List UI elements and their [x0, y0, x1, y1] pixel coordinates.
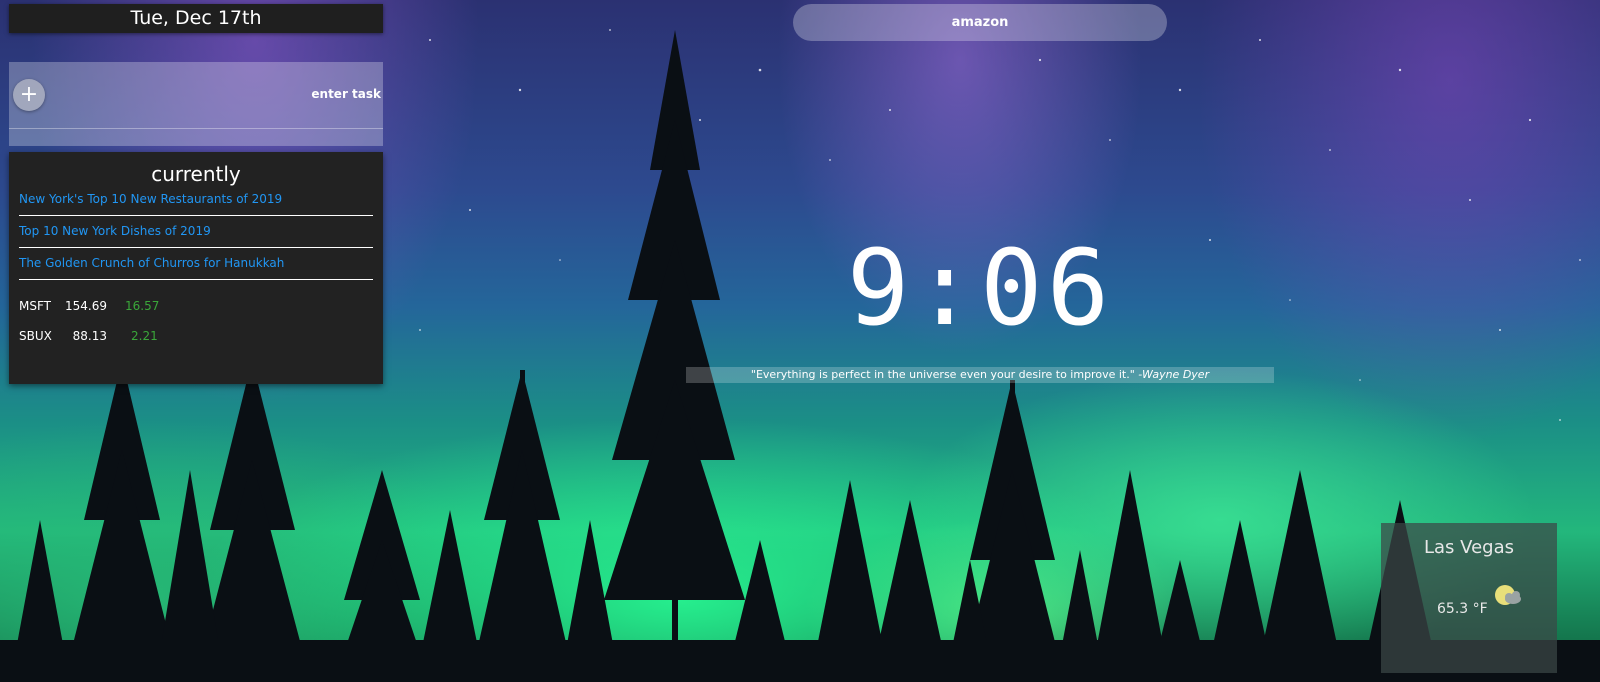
stock-change: 16.57	[125, 299, 160, 313]
task-panel: +	[9, 62, 383, 146]
currently-title: currently	[151, 162, 241, 186]
currently-panel: currently New York's Top 10 New Restaura…	[9, 152, 383, 384]
news-divider	[19, 247, 373, 248]
news-divider	[19, 279, 373, 280]
stock-symbol: MSFT	[19, 299, 51, 313]
quote-author: -Wayne Dyer	[1134, 368, 1210, 381]
weather-city: Las Vegas	[1424, 537, 1514, 558]
stock-change: 2.21	[131, 329, 158, 343]
stock-price: 154.69	[65, 299, 107, 313]
quote-bar: "Everything is perfect in the universe e…	[686, 367, 1274, 383]
search-bar[interactable]: amazon	[793, 4, 1167, 41]
news-link[interactable]: Top 10 New York Dishes of 2019	[19, 224, 373, 238]
news-link[interactable]: The Golden Crunch of Churros for Hanukka…	[19, 256, 373, 270]
quote-text: "Everything is perfect in the universe e…	[750, 368, 1135, 381]
task-divider	[9, 128, 383, 129]
clock-time: 9:06	[846, 227, 1114, 349]
weather-temperature: 65.3 °F	[1437, 601, 1488, 617]
task-input[interactable]	[53, 82, 383, 106]
news-divider	[19, 215, 373, 216]
date-display: Tue, Dec 17th	[9, 4, 383, 33]
add-task-button[interactable]: +	[13, 79, 45, 111]
weather-widget: Las Vegas 65.3 °F	[1381, 523, 1557, 673]
stock-symbol: SBUX	[19, 329, 52, 343]
news-link[interactable]: New York's Top 10 New Restaurants of 201…	[19, 192, 373, 206]
partly-cloudy-icon	[1495, 585, 1521, 605]
stock-price: 88.13	[72, 329, 107, 343]
